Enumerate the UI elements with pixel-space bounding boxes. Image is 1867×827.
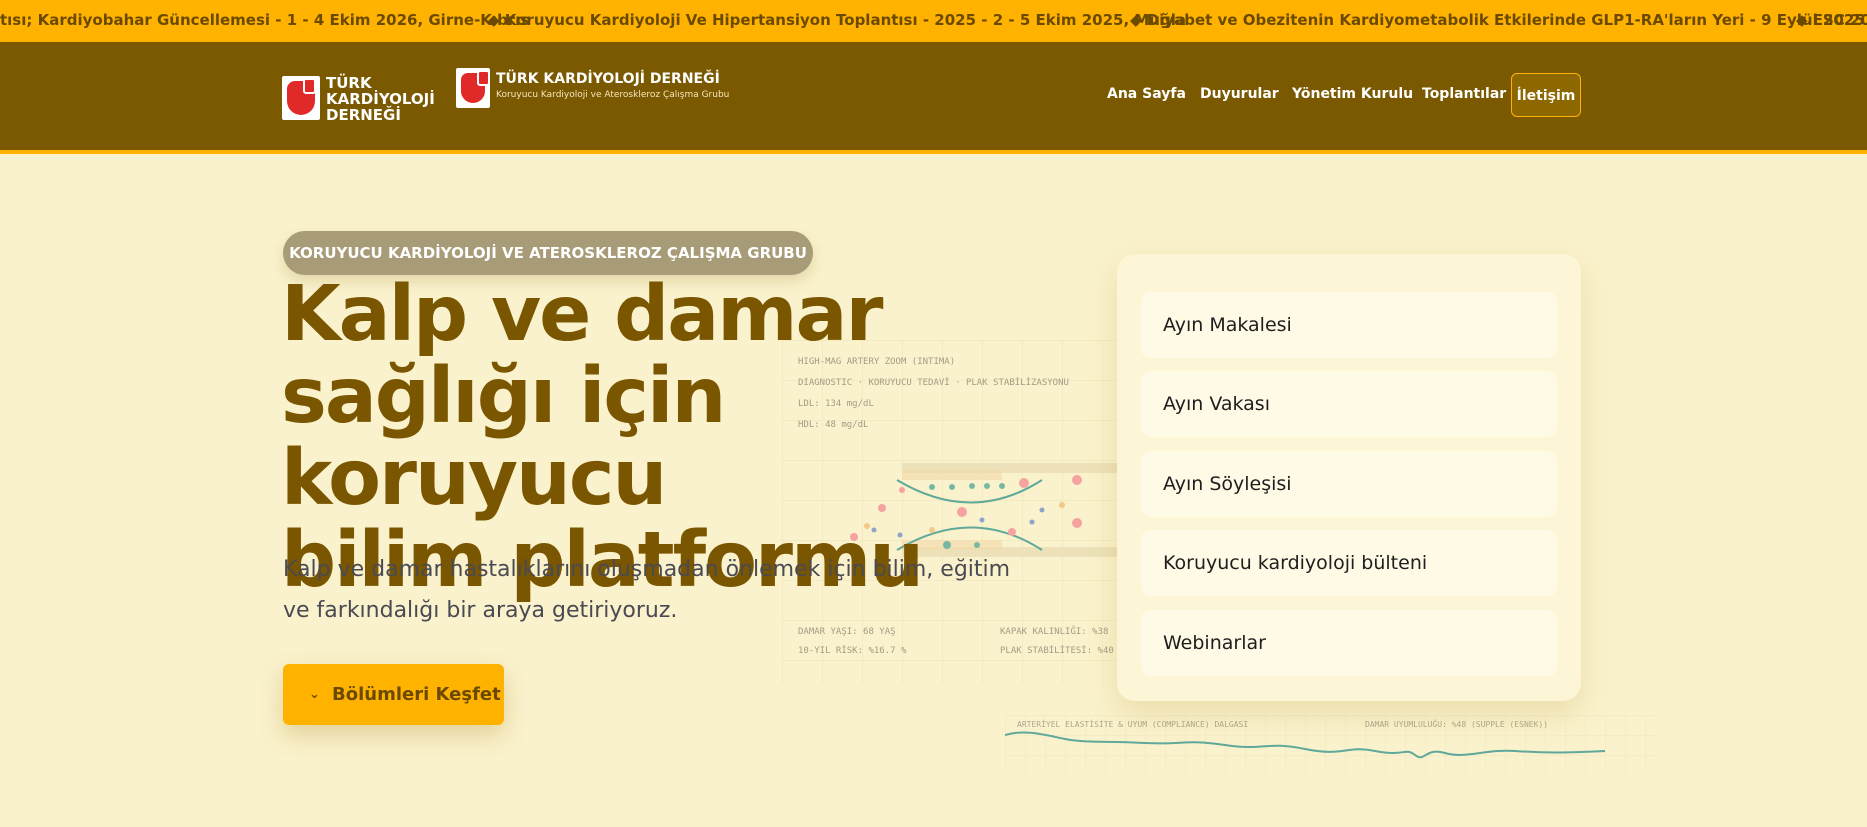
- featured-sections-card: Ayın Makalesi Ayın Vakası Ayın Söyleşisi…: [1117, 254, 1581, 701]
- chevron-down-icon: ⌄: [309, 687, 320, 702]
- compliance-wave-graphic: ARTERİYEL ELASTİSİTE & UYUM (COMPLIANCE)…: [1005, 715, 1657, 773]
- section-link[interactable]: Ayın Makalesi: [1141, 292, 1557, 358]
- explore-sections-button[interactable]: ⌄ Bölümleri Keşfet: [283, 664, 504, 725]
- heart-logo-icon: [456, 68, 490, 108]
- nav-home[interactable]: Ana Sayfa: [1107, 86, 1186, 102]
- section-link[interactable]: Ayın Söyleşisi: [1141, 451, 1557, 517]
- site-header: TÜRK KARDİYOLOJİ DERNEĞİ TÜRK KARDİYOLOJ…: [0, 42, 1867, 154]
- nav-meetings[interactable]: Toplantılar: [1422, 86, 1506, 102]
- working-group-logo[interactable]: TÜRK KARDİYOLOJİ DERNEĞİ Koruyucu Kardiy…: [456, 68, 729, 114]
- ticker-item[interactable]: tısı; Kardiyobahar Güncellemesi - 1 - 4 …: [0, 11, 529, 29]
- hero-subtitle: Kalp ve damar hastalıklarını oluşmadan ö…: [283, 557, 1011, 623]
- logo-subtitle: Koruyucu Kardiyoloji ve Ateroskleroz Çal…: [496, 90, 730, 100]
- section-link[interactable]: Ayın Vakası: [1141, 371, 1557, 437]
- wave-label: ARTERİYEL ELASTİSİTE & UYUM (COMPLIANCE)…: [1017, 719, 1248, 729]
- working-group-badge: KORUYUCU KARDİYOLOJİ VE ATEROSKLEROZ ÇAL…: [283, 231, 813, 275]
- logo-title: TÜRK KARDİYOLOJİ DERNEĞİ: [496, 71, 720, 87]
- ticker-item[interactable]: ◆ ESC 2025: [1796, 11, 1867, 29]
- ticker-item[interactable]: ◆ Diyabet ve Obezitenin Kardiyometabolik…: [1130, 11, 1865, 29]
- wave-label: DAMAR UYUMLULUĞU: %48 (SUPPLE (ESNEK)): [1365, 718, 1548, 729]
- ticker-item[interactable]: ◆ Koruyucu Kardiyoloji Ve Hipertansiyon …: [488, 11, 1186, 29]
- announcement-ticker: tısı; Kardiyobahar Güncellemesi - 1 - 4 …: [0, 0, 1867, 42]
- section-link[interactable]: Koruyucu kardiyoloji bülteni: [1141, 530, 1557, 596]
- graphic-stat: PLAK STABİLİTESİ: %40: [1000, 645, 1114, 656]
- nav-contact-button[interactable]: İletişim: [1511, 73, 1581, 117]
- nav-board[interactable]: Yönetim Kurulu: [1292, 86, 1413, 102]
- section-link[interactable]: Webinarlar: [1141, 610, 1557, 676]
- nav-announcements[interactable]: Duyurular: [1200, 86, 1279, 102]
- graphic-stat: 10-YIL RİSK: %16.7 %: [798, 645, 907, 656]
- tkd-logo[interactable]: TÜRK KARDİYOLOJİ DERNEĞİ: [282, 72, 435, 123]
- logo-text: TÜRK KARDİYOLOJİ DERNEĞİ: [326, 74, 435, 124]
- heart-logo-icon: [282, 76, 320, 120]
